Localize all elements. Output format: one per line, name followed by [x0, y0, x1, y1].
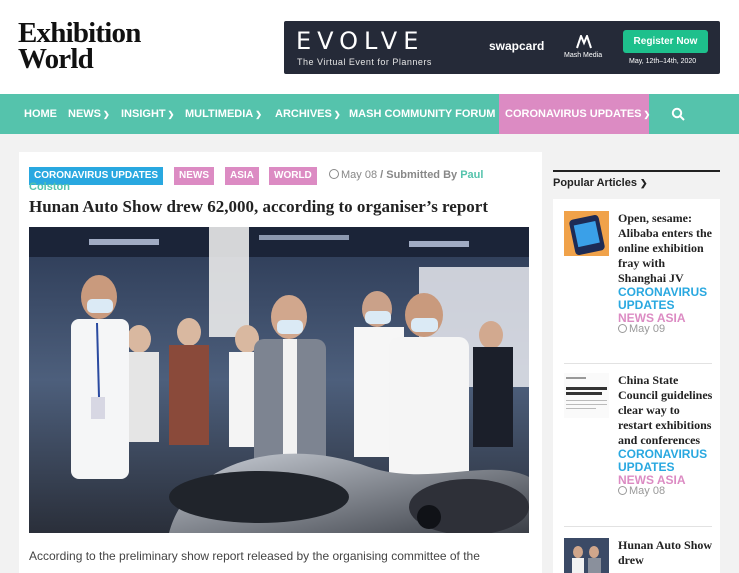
auto-show-photo-illustration: [29, 227, 529, 533]
article-meta: May 08 / Submitted By Paul: [329, 169, 483, 181]
popular-articles-label: Popular Articles: [553, 177, 637, 189]
ad-dates: May, 12th–14th, 2020: [629, 58, 697, 65]
nav-item-news[interactable]: NEWS ❯: [68, 94, 110, 134]
nav-item-archives[interactable]: ARCHIVES ❯: [275, 94, 341, 134]
article-paragraph: According to the preliminary show report…: [29, 549, 480, 563]
tag-news[interactable]: NEWS: [174, 167, 214, 185]
nav-label: INSIGHT: [121, 108, 166, 120]
nav-item-insight[interactable]: INSIGHT ❯: [121, 94, 174, 134]
chevron-down-icon: ❯: [103, 110, 110, 119]
mash-media-icon: [576, 35, 592, 49]
popular-article-title[interactable]: Open, sesame: Alibaba enters the online …: [618, 211, 713, 286]
search-icon[interactable]: [671, 107, 685, 121]
register-now-button[interactable]: Register Now: [623, 30, 708, 53]
auto-show-thumbnail: [564, 538, 609, 573]
nav-label: HOME: [24, 108, 57, 120]
tag-asia[interactable]: ASIA: [225, 167, 259, 185]
article-title: Hunan Auto Show drew 62,000, according t…: [29, 197, 488, 216]
chevron-down-icon: ❯: [255, 110, 262, 119]
banner-ad[interactable]: EVOLVE The Virtual Event for Planners sw…: [284, 21, 720, 74]
date-label: May 09: [629, 323, 666, 335]
article-thumbnail[interactable]: [564, 538, 609, 573]
popular-article-item[interactable]: China State Council guidelines clear way…: [564, 373, 712, 518]
document-thumbnail: [564, 373, 609, 418]
popular-articles-heading[interactable]: Popular Articles ❯: [553, 177, 648, 189]
nav-label: ARCHIVES: [275, 108, 332, 120]
category-coronavirus-updates[interactable]: CORONAVIRUS UPDATES: [618, 448, 713, 474]
clock-icon: [618, 324, 627, 333]
clock-icon: [618, 486, 627, 495]
clock-icon: [329, 169, 339, 179]
site-logo[interactable]: Exhibition World: [18, 19, 141, 75]
ad-partner-mash: Mash Media: [564, 52, 603, 59]
nav-label: MASH COMMUNITY FORUM: [349, 108, 496, 120]
category-label: CORONAVIRUS: [618, 285, 708, 299]
sidebar-divider: [564, 363, 712, 364]
main-nav: HOME NEWS ❯ INSIGHT ❯ MULTIMEDIA ❯ ARCHIVES…: [0, 94, 739, 134]
ad-headline: EVOLVE: [296, 27, 425, 55]
author-link-continued[interactable]: Colston: [29, 181, 70, 193]
chevron-down-icon: ❯: [167, 110, 175, 119]
phone-app-thumbnail: [564, 211, 609, 256]
nav-item-mash-community-forum[interactable]: MASH COMMUNITY FORUM: [349, 94, 495, 134]
article-thumbnail[interactable]: [564, 211, 609, 256]
logo-line-2: World: [18, 43, 94, 75]
nav-item-home[interactable]: HOME: [24, 94, 57, 134]
category-label: CORONAVIRUS: [618, 447, 708, 461]
date-label: May 08: [629, 485, 666, 497]
popular-article-item[interactable]: Hunan Auto Show drew: [564, 538, 712, 573]
chevron-right-icon: ❯: [640, 178, 648, 188]
nav-label: MULTIMEDIA: [185, 108, 254, 120]
site-header: Exhibition World EVOLVE The Virtual Even…: [0, 0, 739, 94]
category-label: UPDATES: [618, 298, 675, 312]
chevron-down-icon: ❯: [333, 110, 341, 119]
article-photo: [29, 227, 529, 533]
submitted-by-label: / Submitted By: [380, 169, 458, 181]
sidebar-divider: [564, 526, 712, 527]
article-date: May 08: [341, 169, 378, 181]
ad-partner-swapcard: swapcard: [489, 39, 545, 53]
nav-item-multimedia[interactable]: MULTIMEDIA ❯: [185, 94, 262, 134]
author-link[interactable]: Paul: [460, 169, 483, 181]
article-thumbnail[interactable]: [564, 373, 609, 418]
popular-article-title[interactable]: China State Council guidelines clear way…: [618, 373, 713, 448]
popular-article-title[interactable]: Hunan Auto Show drew: [618, 538, 712, 568]
tag-world[interactable]: WORLD: [269, 167, 317, 185]
ad-tagline: The Virtual Event for Planners: [297, 57, 432, 67]
category-coronavirus-updates[interactable]: CORONAVIRUS UPDATES: [618, 286, 713, 312]
chevron-down-icon: ❯: [643, 110, 651, 119]
category-label: UPDATES: [618, 460, 675, 474]
nav-item-coronavirus-updates[interactable]: CORONAVIRUS UPDATES ❯: [499, 94, 651, 134]
popular-article-item[interactable]: Open, sesame: Alibaba enters the online …: [564, 211, 712, 356]
nav-label: NEWS: [68, 108, 101, 120]
nav-label: CORONAVIRUS UPDATES: [505, 108, 642, 120]
